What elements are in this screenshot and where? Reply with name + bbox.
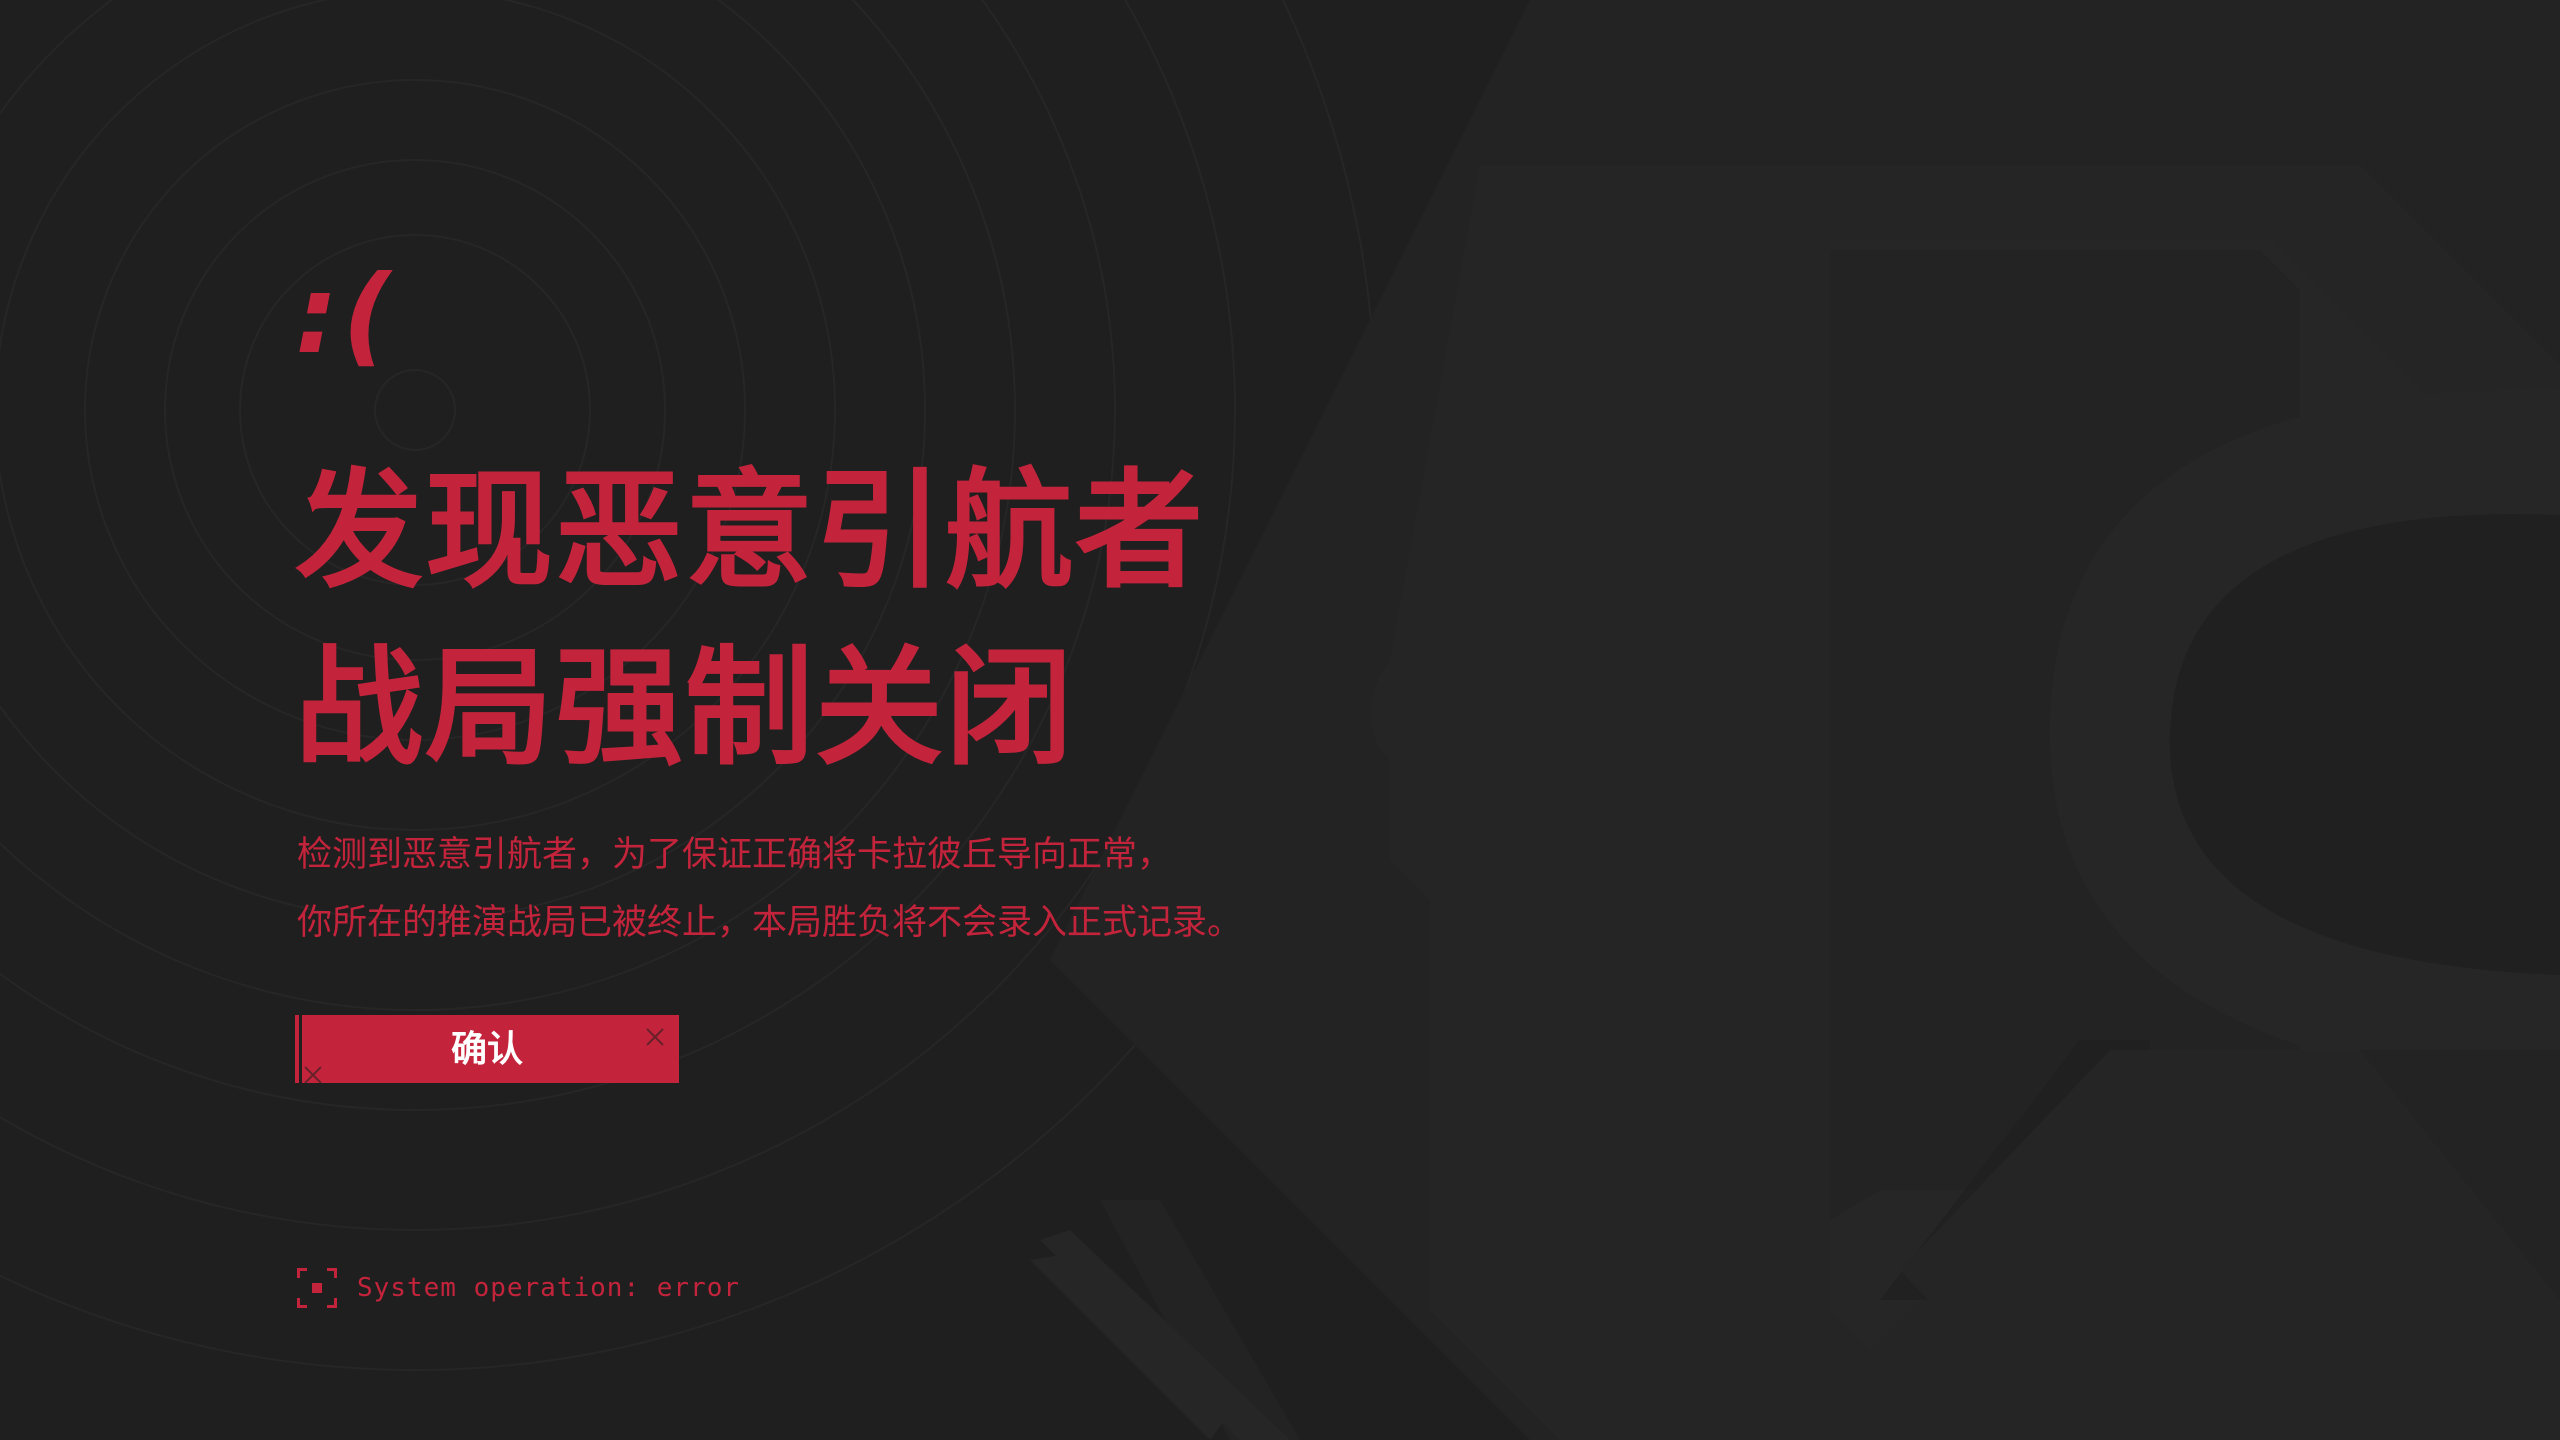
- system-status: System operation: error: [297, 1266, 740, 1310]
- confirm-button[interactable]: 确认: [295, 1015, 679, 1083]
- headline-line-2: 战局强制关闭: [295, 634, 1076, 783]
- description-line-2: 你所在的推演战局已被终止，本局胜负将不会录入正式记录。: [297, 903, 1243, 943]
- headline-line-1: 发现恶意引航者: [295, 457, 1206, 606]
- system-status-text: System operation: error: [357, 1273, 741, 1303]
- sad-face-emoticon: :(: [295, 253, 396, 378]
- error-content: :( 发现恶意引航者 战局强制关闭 检测到恶意引航者，为了保证正确将卡拉彼丘导向…: [295, 0, 1695, 1440]
- focus-frame-icon: [297, 1268, 337, 1308]
- description-line-1: 检测到恶意引航者，为了保证正确将卡拉彼丘导向正常，: [297, 835, 1173, 875]
- error-screen: :( 发现恶意引航者 战局强制关闭 检测到恶意引航者，为了保证正确将卡拉彼丘导向…: [0, 0, 2560, 1440]
- confirm-button-label: 确认: [450, 1028, 523, 1069]
